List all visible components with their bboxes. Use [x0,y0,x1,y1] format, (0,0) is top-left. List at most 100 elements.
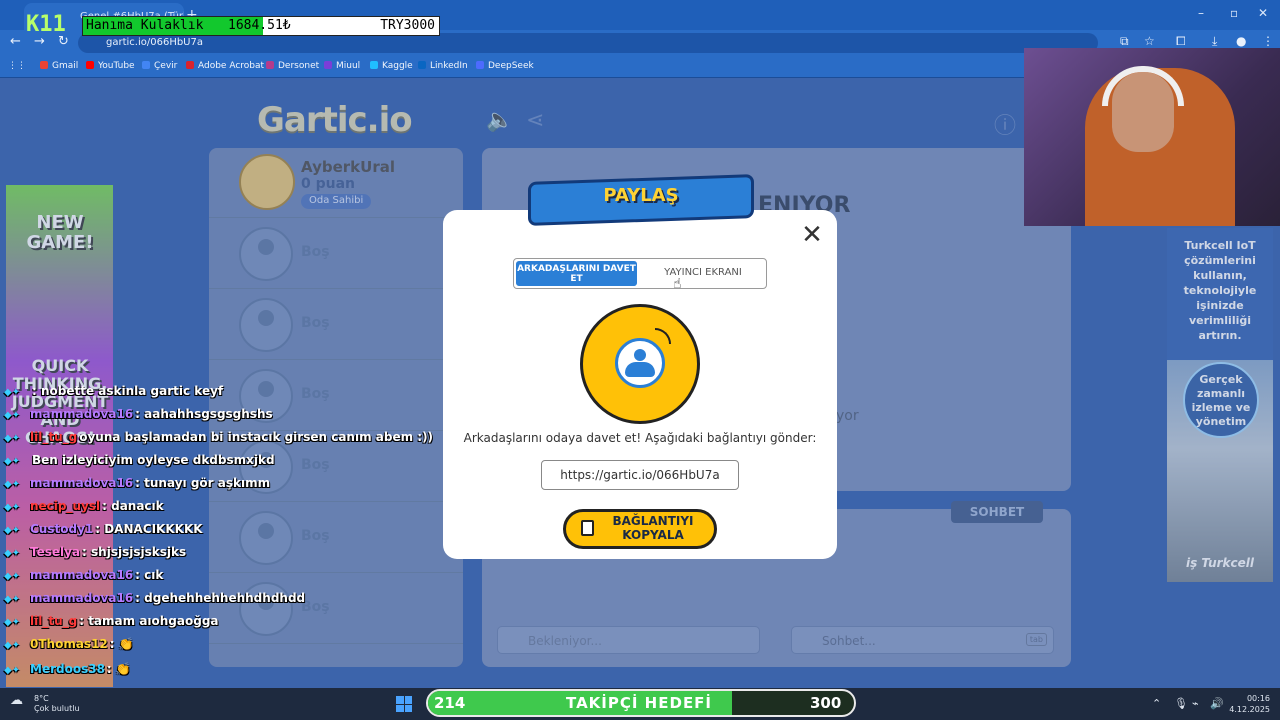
chat-username: lil_tu_g [30,430,78,444]
network-icon[interactable]: ⌁ [1192,697,1199,710]
badge-icon: ◆✦ [4,640,21,651]
weather-temp: 8°C [34,694,49,703]
bookmark-youtube[interactable]: YouTube [86,61,135,71]
ticker-price: 1684.51₺ [228,18,291,33]
miuul-icon [324,61,332,69]
chat-message: ◆✦ Ben izleyiciyim oyleyse dkdbsmxjkd [4,453,275,471]
bookmark-acrobat[interactable]: Adobe Acrobat [186,61,264,71]
chat-text: : danacık [102,499,164,513]
chat-text: oyuna başlamadan bi instacık girsen canı… [79,430,434,444]
user-body-icon [625,362,655,377]
badge-icon: ◆✦ [4,594,21,605]
tab-streamer-screen[interactable]: YAYINCI EKRANI [645,267,761,278]
chat-text: : shjsjsjsjsksjks [82,545,187,559]
chat-username: lil_tu_g [30,614,78,628]
chat-message: ◆✦ Custody1: DANACIKKKKK [4,522,203,540]
chat-username: necip_uysl [30,499,101,513]
badge-icon: ◆✦ [4,571,21,582]
modal-title: PAYLAŞ [603,185,679,206]
badge-icon: ◆✦ [4,617,21,628]
windows-start-icon[interactable] [396,696,412,712]
close-window-icon[interactable]: ✕ [1258,6,1268,20]
download-icon[interactable]: ⤓ [1212,34,1217,49]
chat-text: : aahahhsgsgsghshs [135,407,273,421]
badge-icon: ◆✦ [4,502,21,513]
clock-time: 00:16 [1246,694,1270,703]
bookmark-label: YouTube [98,61,135,71]
chat-username: mammadova16 [30,407,134,421]
bookmark-miuul[interactable]: Miuul [324,61,360,71]
bookmark-label: Gmail [52,61,79,71]
chat-username: 0Thomas12 [30,637,108,651]
cloud-icon: ☁ [10,693,23,708]
badge-icon: ◆✦ [4,456,21,467]
minimize-icon[interactable]: – [1198,6,1204,20]
gmail-icon [40,61,48,69]
bookmark-translate[interactable]: Çevir [142,61,177,71]
chat-message: ◆✦ Merdoos38: 👏 [4,662,131,680]
star-icon[interactable]: ☆ [1144,34,1155,48]
bookmark-label: Kaggle [382,61,413,71]
invite-text: Arkadaşlarını odaya davet et! Aşağıdaki … [463,431,817,445]
chat-message: ◆✦ mammadova16: cık [4,568,163,586]
cast-icon[interactable]: ⧉ [1120,34,1129,49]
follower-goal-title: TAKİPÇİ HEDEFİ [566,694,713,712]
bookmark-label: Çevir [154,61,178,71]
copy-link-label: BAĞLANTIYI KOPYALA [612,514,694,542]
bookmark-label: Dersonet [278,61,320,71]
url-text: gartic.io/066HbU7a [106,37,203,48]
mouse-cursor-icon: ☝ [673,276,682,292]
chat-message: ◆✦ lil_tu_g oyuna başlamadan bi instacık g… [4,430,433,448]
menu-icon[interactable]: ⋮ [1262,34,1274,48]
chat-text: : tunayı gör aşkımm [135,476,271,490]
bookmark-label: Miuul [336,61,361,71]
bookmark-dersonet[interactable]: Dersonet [266,61,319,71]
acrobat-icon [186,61,194,69]
follower-goal-target: 300 [810,694,842,712]
follower-current: 214 [434,694,466,712]
bookmark-linkedin[interactable]: LinkedIn [418,61,468,71]
chat-message: ◆✦ mammadova16: dgehehhehhehhdhdhdd [4,591,305,609]
url-input[interactable]: gartic.io/066HbU7a [78,33,1098,53]
chat-username: Teselya [30,545,81,559]
badge-icon: ◆✦ [4,479,21,490]
chat-text: : nobette askinla gartic keyf [32,384,224,398]
chat-message: ◆✦ mammadova16: tunayı gör aşkımm [4,476,270,494]
bookmark-label: DeepSeek [488,61,534,71]
user-head-icon [634,349,646,361]
clock[interactable]: 00:16 4.12.2025 [1228,693,1270,715]
tab-invite-friends[interactable]: ARKADAŞLARINI DAVET ET [516,261,637,286]
extensions-icon[interactable]: ⧠ [1176,34,1186,49]
weather-desc: Çok bulutlu [34,704,80,713]
apps-icon[interactable]: ⋮⋮ [8,61,26,71]
chat-message: ◆✦ Teselya: shjsjsjsjsksjks [4,545,186,563]
chat-username: Merdoos38 [30,662,105,676]
youtube-icon [86,61,94,69]
back-icon[interactable]: ← [10,34,21,49]
clock-date: 4.12.2025 [1229,705,1270,714]
chat-message: ◆✦ mammadova16: aahahhsgsgsghshs [4,407,273,425]
bookmark-label: Adobe Acrobat [198,61,265,71]
close-icon[interactable]: ✕ [799,222,825,248]
bookmark-deepseek[interactable]: DeepSeek [476,61,534,71]
chat-message: ◆✦ 0Thomas12: 👏 [4,637,134,655]
bookmark-gmail[interactable]: Gmail [40,61,78,71]
chat-text: : 👏 [106,662,131,676]
bookmark-kaggle[interactable]: Kaggle [370,61,413,71]
share-link-field[interactable]: https://gartic.io/066HbU7a [541,460,739,490]
chat-message: ◆✦: nobette askinla gartic keyf [4,384,223,402]
badge-icon: ◆✦ [4,525,21,536]
linkedin-icon [418,61,426,69]
chat-message: ◆✦ necip_uysl: danacık [4,499,164,517]
bookmark-label: LinkedIn [430,61,468,71]
donation-ticker: Hanıma Kulaklık 1684.51₺ TRY3000 [82,16,440,36]
profile-icon[interactable]: ● [1236,34,1246,48]
copy-icon [581,520,594,536]
maximize-icon[interactable]: ▫ [1230,6,1238,20]
mic-icon[interactable]: 🎙 [1174,697,1188,710]
dersonet-icon [266,61,274,69]
deepseek-icon [476,61,484,69]
chevron-up-icon[interactable]: ⌃ [1152,697,1161,710]
badge-icon: ◆✦ [4,410,21,421]
volume-icon[interactable]: 🔊 [1210,697,1224,710]
